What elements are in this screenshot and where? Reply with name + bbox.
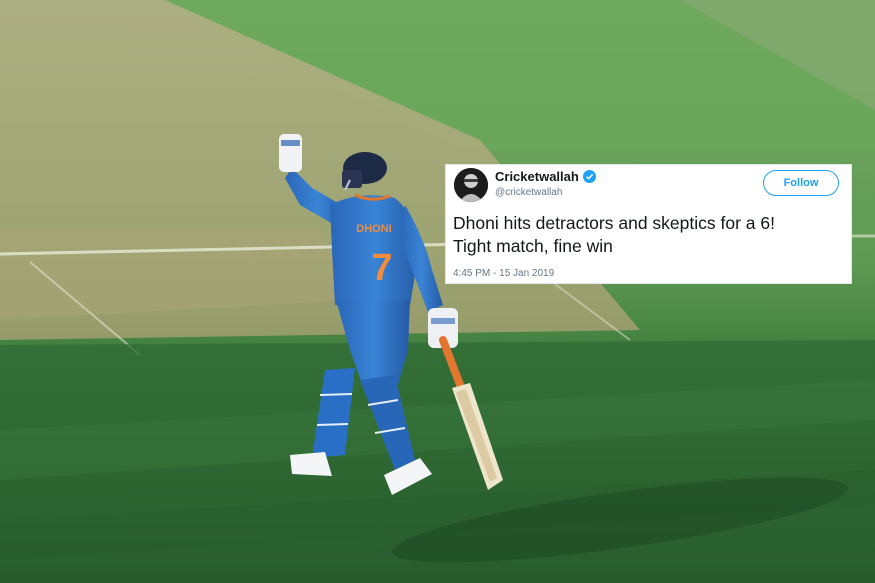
name-row: Cricketwallah xyxy=(495,169,596,184)
tweet-timestamp[interactable]: 4:45 PM - 15 Jan 2019 xyxy=(453,268,554,279)
follow-button[interactable]: Follow xyxy=(763,170,839,196)
tweet-text-line-1: Dhoni hits detractors and skeptics for a… xyxy=(453,213,775,233)
jersey-name: DHONI xyxy=(356,223,391,235)
display-name[interactable]: Cricketwallah xyxy=(495,169,579,184)
verified-badge-icon xyxy=(582,170,596,183)
tweet-card: Cricketwallah @cricketwallah Follow Dhon… xyxy=(445,164,852,284)
profile-avatar[interactable] xyxy=(454,168,488,202)
tweet-text-line-2: Tight match, fine win xyxy=(453,236,613,256)
cricket-photo: DHONI 7 xyxy=(0,0,875,583)
jersey-number: 7 xyxy=(371,247,392,289)
user-handle[interactable]: @cricketwallah xyxy=(495,187,562,198)
tweet-text: Dhoni hits detractors and skeptics for a… xyxy=(453,212,848,258)
